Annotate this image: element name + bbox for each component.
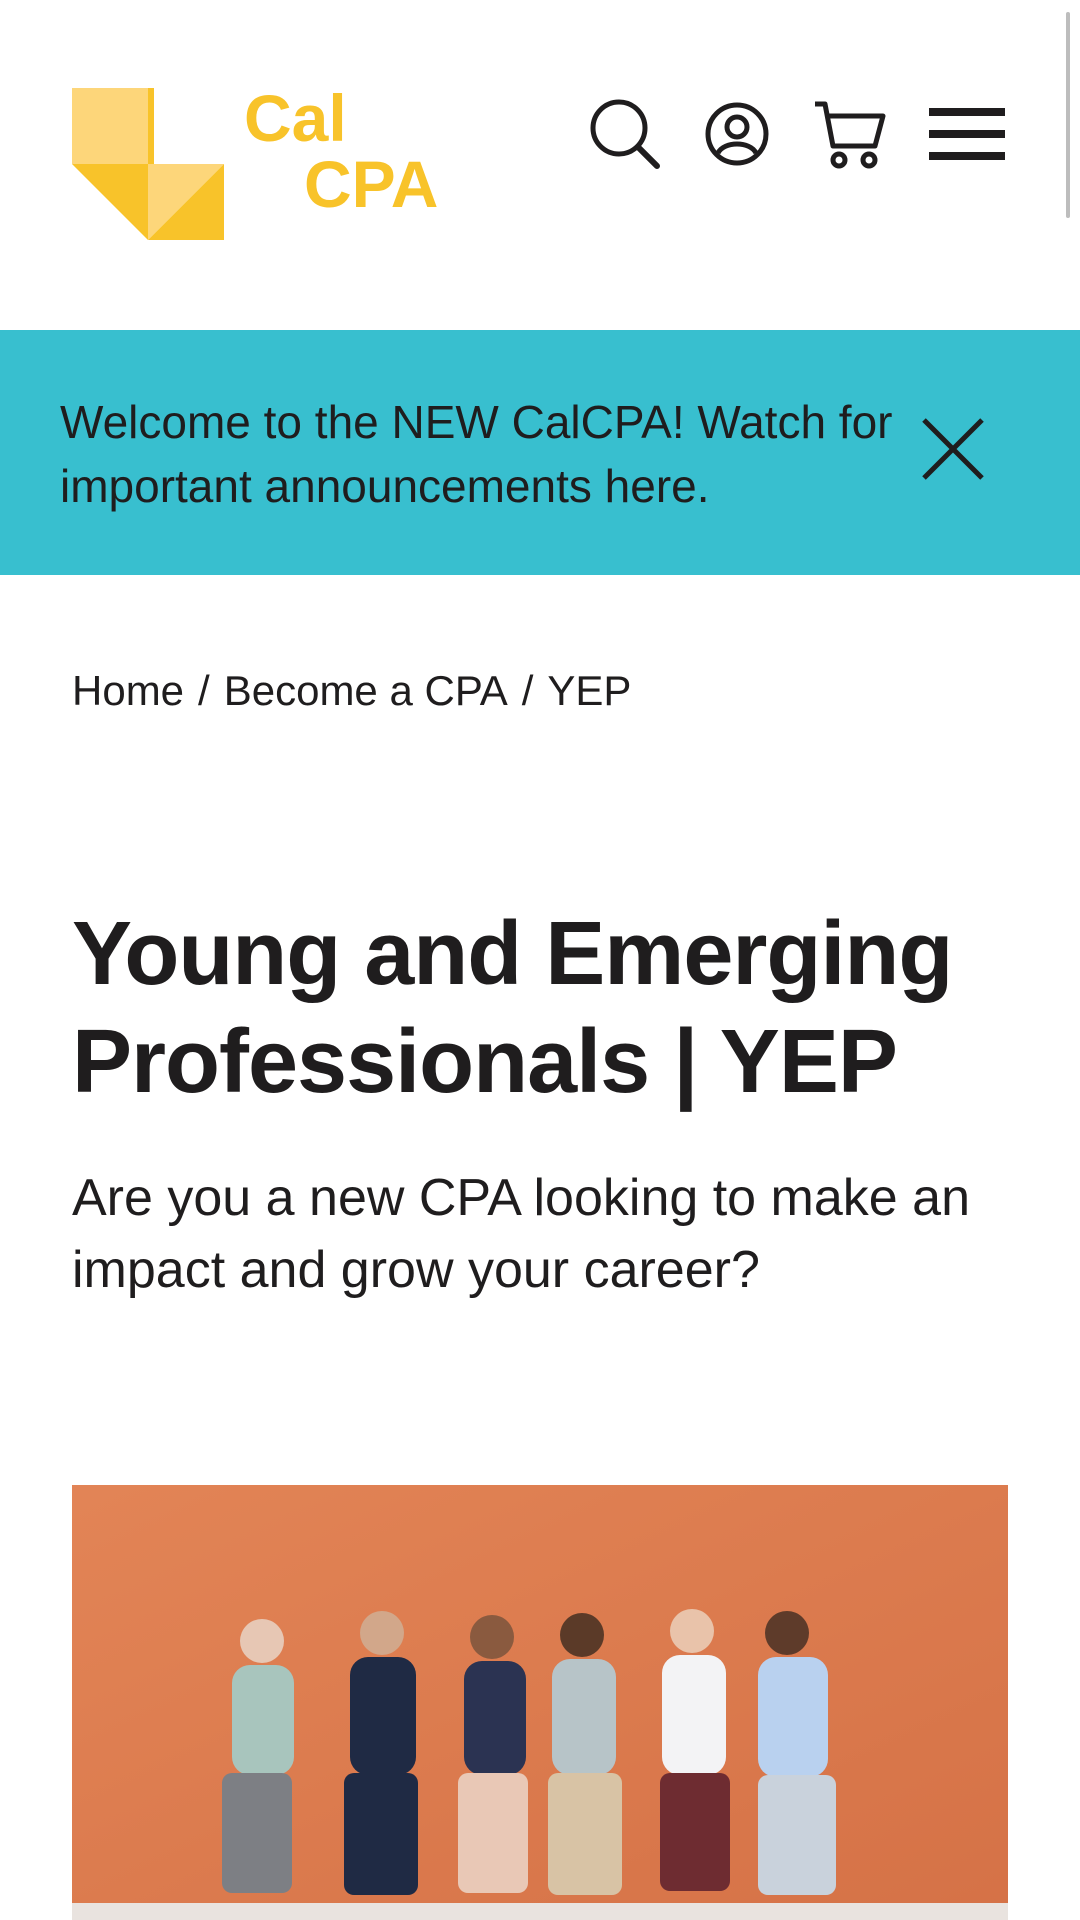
search-button[interactable] bbox=[585, 94, 665, 174]
breadcrumb-separator: / bbox=[198, 667, 210, 714]
menu-button[interactable] bbox=[927, 94, 1007, 174]
announcement-text: Welcome to the NEW CalCPA! Watch for imp… bbox=[60, 396, 893, 512]
calcpa-logo[interactable]: Cal CPA bbox=[72, 82, 438, 244]
breadcrumb: Home / Become a CPA / YEP bbox=[72, 664, 631, 718]
search-icon bbox=[590, 99, 660, 169]
close-icon bbox=[922, 418, 984, 480]
menu-icon bbox=[929, 108, 1005, 160]
logo-line-1: Cal bbox=[244, 81, 347, 155]
cart-button[interactable] bbox=[809, 94, 889, 174]
breadcrumb-become-a-cpa[interactable]: Become a CPA bbox=[224, 667, 508, 714]
hero-photo bbox=[72, 1485, 1008, 1920]
page-subtitle: Are you a new CPA looking to make an imp… bbox=[72, 1169, 970, 1299]
hero-image bbox=[72, 1485, 1008, 1920]
breadcrumb-home[interactable]: Home bbox=[72, 667, 184, 714]
page: Cal CPA Welcome to the NEW CalCPA! Watch… bbox=[0, 0, 1080, 1920]
page-title: Young and Emerging Professionals | YEP bbox=[72, 904, 953, 1112]
account-button[interactable] bbox=[697, 94, 777, 174]
scrollbar[interactable] bbox=[1066, 12, 1070, 218]
account-icon bbox=[705, 102, 769, 166]
logo-line-2: CPA bbox=[304, 147, 439, 221]
close-announcement-button[interactable] bbox=[918, 414, 988, 484]
logo-text: Cal CPA bbox=[172, 81, 439, 221]
breadcrumb-separator: / bbox=[521, 667, 534, 714]
breadcrumb-current: YEP bbox=[547, 667, 632, 714]
site-header: Cal CPA bbox=[0, 0, 1080, 330]
cart-icon bbox=[815, 101, 886, 169]
